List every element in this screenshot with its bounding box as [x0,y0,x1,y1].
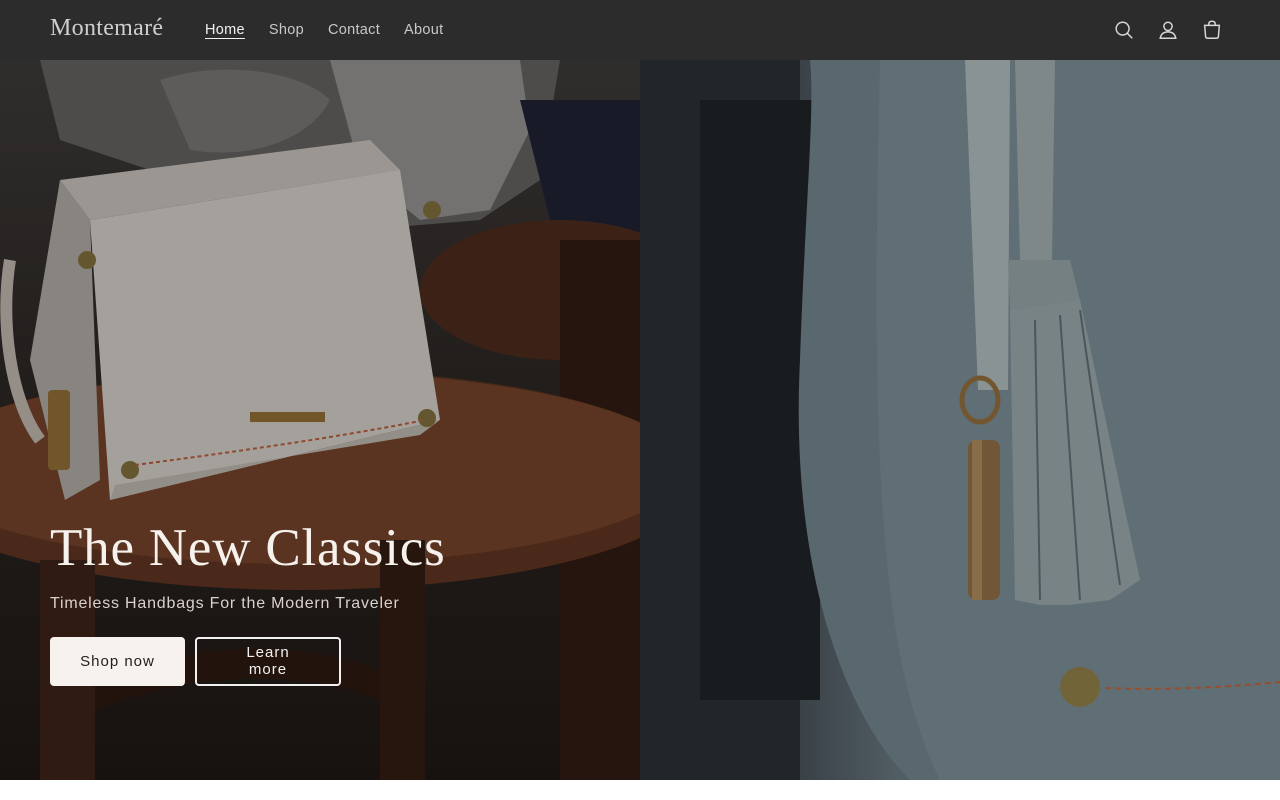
main-nav: Home Shop Contact About [193,0,455,60]
hero-banner: The New Classics Timeless Handbags For t… [0,60,1280,780]
hero-subtitle: Timeless Handbags For the Modern Travele… [50,594,400,612]
hero-buttons: Shop now Learn more [50,636,650,686]
nav-contact[interactable]: Contact [316,16,392,44]
nav-home[interactable]: Home [193,16,257,44]
search-icon [1115,21,1133,39]
hero-content: The New Classics Timeless Handbags For t… [50,518,650,686]
cart-button[interactable] [1190,8,1234,52]
search-button[interactable] [1102,8,1146,52]
hero-title: The New Classics [50,519,446,577]
cart-icon [1203,20,1221,39]
header-actions [1102,8,1234,52]
shop-now-button[interactable]: Shop now [50,636,185,686]
nav-shop[interactable]: Shop [257,16,316,44]
account-icon [1159,21,1177,39]
account-button[interactable] [1146,8,1190,52]
learn-more-button[interactable]: Learn more [195,636,341,686]
site-logo[interactable]: Montemaré [50,15,163,42]
nav-about[interactable]: About [392,16,455,44]
site-header: Montemaré Home Shop Contact About [0,0,1280,60]
